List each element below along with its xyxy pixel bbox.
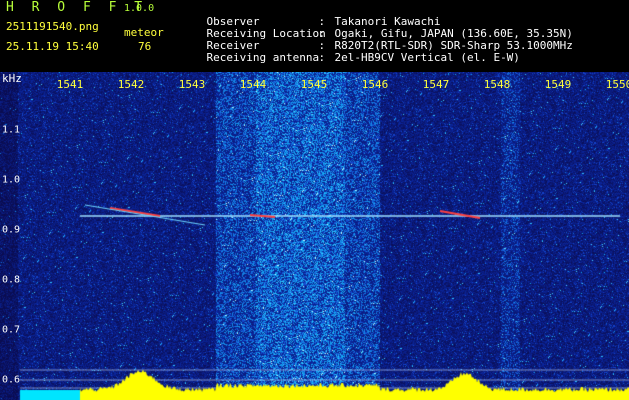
time-tick-label: 0.8: [2, 274, 21, 286]
header-panel: H R O F F T 1.0.0 2511191540.png meteor …: [0, 0, 629, 72]
app-version: 1.0.0: [124, 3, 155, 14]
frequency-tick-label: 1546: [361, 78, 389, 91]
khz-axis-label: kHz: [2, 72, 22, 85]
time-tick-label: 0.9: [2, 224, 21, 236]
filename-label: 2511191540.png: [6, 20, 99, 33]
event-type-label: meteor: [124, 26, 164, 39]
frequency-tick-label: 1550: [605, 78, 629, 91]
frequency-tick-label: 1542: [117, 78, 145, 91]
frequency-tick-label: 1548: [483, 78, 511, 91]
frequency-tick-label: 1545: [300, 78, 328, 91]
info-antenna: Receiving antenna: 2el-HB9CV Vertical (e…: [206, 51, 520, 64]
info-antenna-value: 2el-HB9CV Vertical (el. E-W): [334, 51, 520, 64]
event-count-label: 76: [138, 40, 152, 53]
frequency-tick-label: 1541: [56, 78, 84, 91]
time-tick-label: 1.0: [2, 174, 21, 186]
spectrogram-canvas: [0, 72, 629, 400]
datetime-label: 25.11.19 15:40: [6, 40, 99, 53]
frequency-tick-label: 1547: [422, 78, 450, 91]
frequency-tick-label: 1544: [239, 78, 267, 91]
time-tick-label: 0.7: [2, 324, 21, 336]
frequency-tick-label: 1543: [178, 78, 206, 91]
info-antenna-label: Receiving antenna: [206, 51, 320, 64]
frequency-tick-label: 1549: [544, 78, 572, 91]
time-tick-label: 0.6: [2, 374, 21, 386]
time-tick-label: 1.1: [2, 124, 21, 136]
